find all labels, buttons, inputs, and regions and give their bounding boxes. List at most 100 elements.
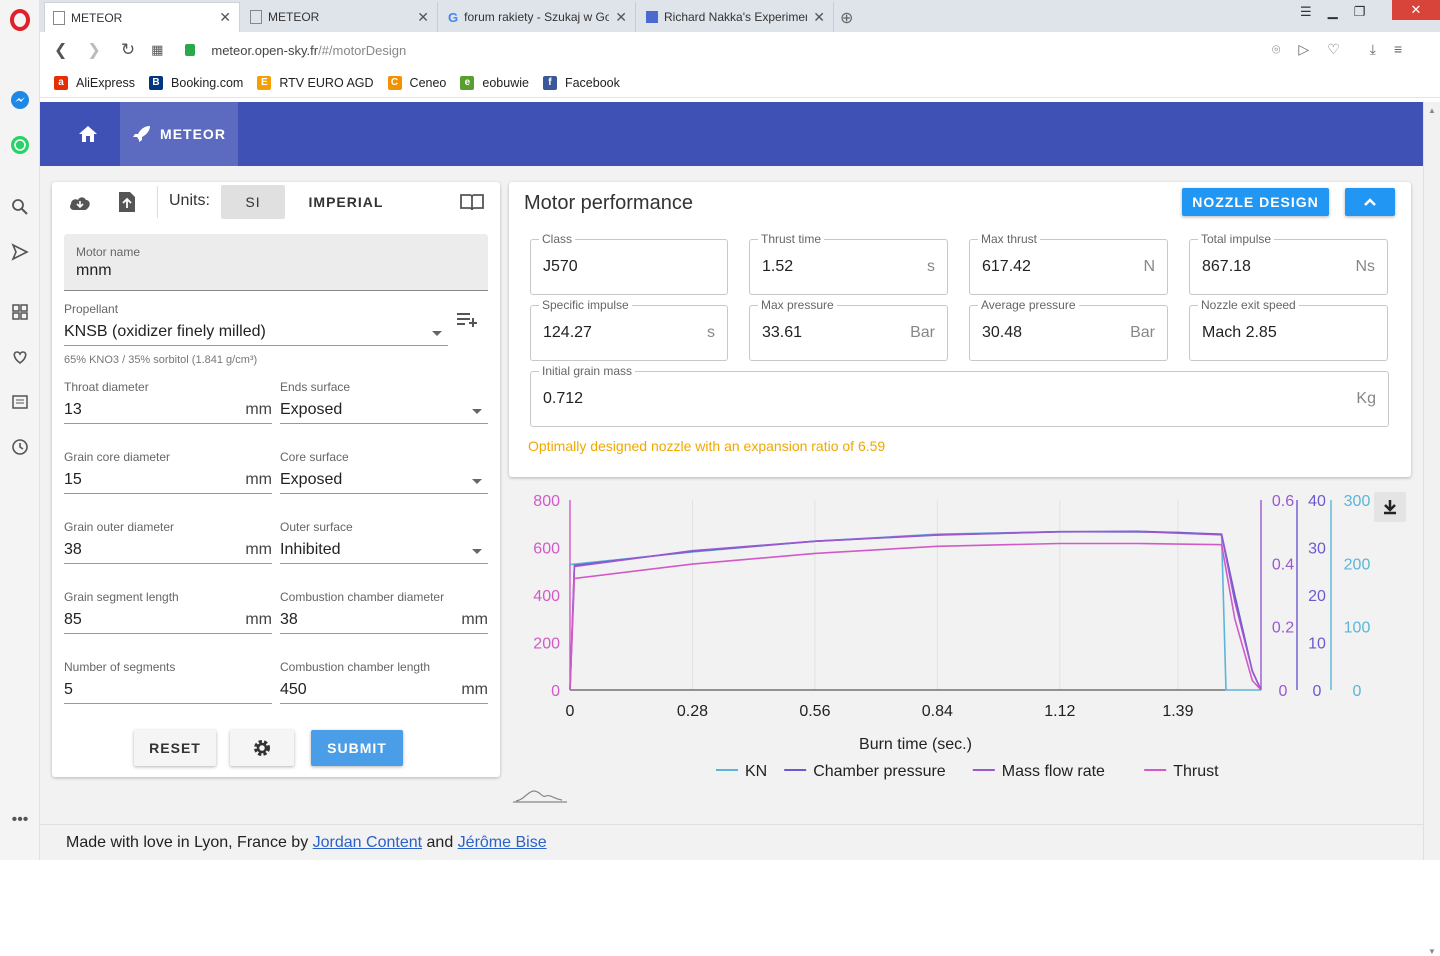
- lock-icon: [185, 44, 196, 56]
- y-tick-label: 0.6: [1272, 493, 1294, 510]
- bookmark-label: AliExpress: [76, 75, 136, 90]
- combustion-chamber-diameter-field[interactable]: Combustion chamber diameter 38 mm: [280, 590, 488, 634]
- collapse-button[interactable]: [1345, 188, 1395, 216]
- history-icon[interactable]: [8, 435, 32, 459]
- combustion-chamber-diameter-value: 38: [280, 611, 298, 628]
- cloud-download-icon[interactable]: [68, 192, 92, 214]
- download-icon[interactable]: ⤓: [1370, 41, 1376, 58]
- bookmark-heart-icon[interactable]: ♡: [1327, 41, 1340, 58]
- tab-google[interactable]: G forum rakiety - Szukaj w Go ✕: [440, 2, 636, 32]
- grain-outer-diameter-label: Grain outer diameter: [64, 520, 175, 534]
- submit-button[interactable]: SUBMIT: [311, 730, 403, 766]
- book-icon[interactable]: [460, 193, 484, 213]
- tabs-grid-icon[interactable]: ▦: [151, 42, 163, 58]
- propellant-select[interactable]: Propellant KNSB (oxidizer finely milled): [64, 302, 448, 346]
- bookmark-booking-com[interactable]: B Booking.com: [149, 75, 243, 90]
- units-imperial-button[interactable]: IMPERIAL: [296, 185, 396, 219]
- url-field[interactable]: meteor.open-sky.fr/#/motorDesign: [211, 43, 406, 58]
- bookmark-label: RTV EURO AGD: [279, 75, 374, 90]
- y-tick-label: 200: [533, 636, 560, 653]
- bookmark-eobuwie[interactable]: e eobuwie: [460, 75, 529, 90]
- author-link-jordan[interactable]: Jordan Content: [313, 834, 422, 851]
- more-icon[interactable]: •••: [8, 808, 32, 832]
- reset-button[interactable]: RESET: [134, 730, 216, 766]
- tab-meteor[interactable]: METEOR ✕: [242, 2, 438, 32]
- close-tab-icon[interactable]: ✕: [219, 9, 231, 26]
- news-icon[interactable]: [8, 390, 32, 414]
- tab-meteor-active[interactable]: METEOR ✕: [44, 2, 240, 32]
- units-si-button[interactable]: SI: [221, 185, 285, 219]
- messenger-icon[interactable]: [8, 88, 32, 112]
- legend-label: Mass flow rate: [1002, 763, 1105, 780]
- grain-core-diameter-field[interactable]: Grain core diameter 15 mm: [64, 450, 272, 494]
- combustion-chamber-length-field[interactable]: Combustion chamber length 450 mm: [280, 660, 488, 704]
- bookmark-label: eobuwie: [482, 75, 529, 90]
- outer-surface-value: Inhibited: [280, 541, 341, 558]
- share-icon[interactable]: ▷: [1298, 41, 1309, 58]
- ends-surface-select[interactable]: Ends surface Exposed: [280, 380, 488, 424]
- back-icon[interactable]: ❮: [54, 40, 67, 60]
- unit-label: mm: [245, 541, 272, 558]
- performance-title: Motor performance: [524, 192, 693, 214]
- page-scrollbar[interactable]: ▲ ▼: [1423, 102, 1440, 956]
- motor-design-card: Units: SI IMPERIAL Motor name mnm Propel…: [52, 182, 500, 777]
- file-upload-icon[interactable]: [118, 191, 138, 215]
- core-surface-select[interactable]: Core surface Exposed: [280, 450, 488, 494]
- number-of-segments-label: Number of segments: [64, 660, 176, 674]
- nozzle-exit-speed-label: Nozzle exit speed: [1198, 298, 1299, 312]
- nozzle-design-button[interactable]: NOZZLE DESIGN: [1182, 188, 1329, 216]
- scroll-up-icon[interactable]: ▲: [1428, 106, 1436, 115]
- y-tick-label: 20: [1308, 588, 1326, 605]
- close-tab-icon[interactable]: ✕: [417, 9, 429, 26]
- snapshot-icon[interactable]: ⌾: [1272, 41, 1280, 58]
- easy-setup-icon[interactable]: ≡: [1394, 41, 1402, 58]
- send-icon[interactable]: [8, 240, 32, 264]
- unit-label: Bar: [910, 324, 935, 341]
- bookmark-rtv-euro-agd[interactable]: E RTV EURO AGD: [257, 75, 374, 90]
- home-button[interactable]: [64, 102, 112, 166]
- heart-icon[interactable]: [8, 345, 32, 369]
- unit-label: Ns: [1355, 258, 1375, 275]
- bookmark-facebook[interactable]: f Facebook: [542, 75, 620, 90]
- grain-outer-diameter-field[interactable]: Grain outer diameter 38 mm: [64, 520, 272, 564]
- outer-surface-select[interactable]: Outer surface Inhibited: [280, 520, 488, 564]
- settings-button[interactable]: [230, 730, 294, 766]
- author-link-jerome[interactable]: Jérôme Bise: [458, 834, 547, 851]
- throat-diameter-field[interactable]: Throat diameter 13 mm: [64, 380, 272, 424]
- minimize-icon[interactable]: ▁: [1328, 4, 1338, 20]
- scroll-down-icon[interactable]: ▼: [1428, 947, 1436, 956]
- total-impulse-output: Total impulse 867.18 Ns: [1189, 232, 1388, 295]
- tab-nakka[interactable]: Richard Nakka's Experimen ✕: [638, 2, 834, 32]
- close-tab-icon[interactable]: ✕: [615, 9, 627, 26]
- footer: Made with love in Lyon, France by Jordan…: [40, 824, 1423, 860]
- close-tab-icon[interactable]: ✕: [813, 9, 825, 26]
- search-icon[interactable]: [8, 195, 32, 219]
- reload-icon[interactable]: ↻: [121, 40, 135, 60]
- bookmark-ceneo[interactable]: C Ceneo: [387, 75, 446, 90]
- grain-segment-length-field[interactable]: Grain segment length 85 mm: [64, 590, 272, 634]
- menu-icon[interactable]: ☰: [1300, 4, 1312, 20]
- playlist-add-icon[interactable]: [456, 312, 480, 332]
- chevron-down-icon: [472, 409, 482, 414]
- whatsapp-icon[interactable]: [8, 133, 32, 157]
- footer-and: and: [426, 834, 454, 851]
- unit-label: Kg: [1356, 390, 1376, 407]
- bookmark-label: Facebook: [564, 75, 620, 90]
- bookmark-aliexpress[interactable]: a AliExpress: [54, 75, 136, 90]
- restore-icon[interactable]: ❐: [1354, 4, 1366, 20]
- meteor-nav-button[interactable]: METEOR: [120, 102, 238, 166]
- download-chart-button[interactable]: [1374, 492, 1406, 522]
- page-icon: [53, 10, 65, 25]
- y-tick-label: 600: [533, 541, 560, 558]
- opera-logo-icon[interactable]: [8, 8, 32, 32]
- close-window-icon[interactable]: ✕: [1392, 0, 1440, 20]
- max-pressure-output: Max pressure 33.61 Bar: [749, 298, 948, 361]
- new-tab-icon[interactable]: ⊕: [840, 8, 853, 28]
- motor-name-field[interactable]: Motor name mnm: [64, 234, 488, 291]
- propellant-description: 65% KNO3 / 35% sorbitol (1.841 g/cm³): [64, 354, 258, 366]
- number-of-segments-field[interactable]: Number of segments 5: [64, 660, 272, 704]
- speed-dial-icon[interactable]: [8, 300, 32, 324]
- forward-icon[interactable]: ❯: [87, 40, 100, 60]
- series-line-kn: [569, 530, 1261, 691]
- thrust-time-value: 1.52: [762, 258, 794, 275]
